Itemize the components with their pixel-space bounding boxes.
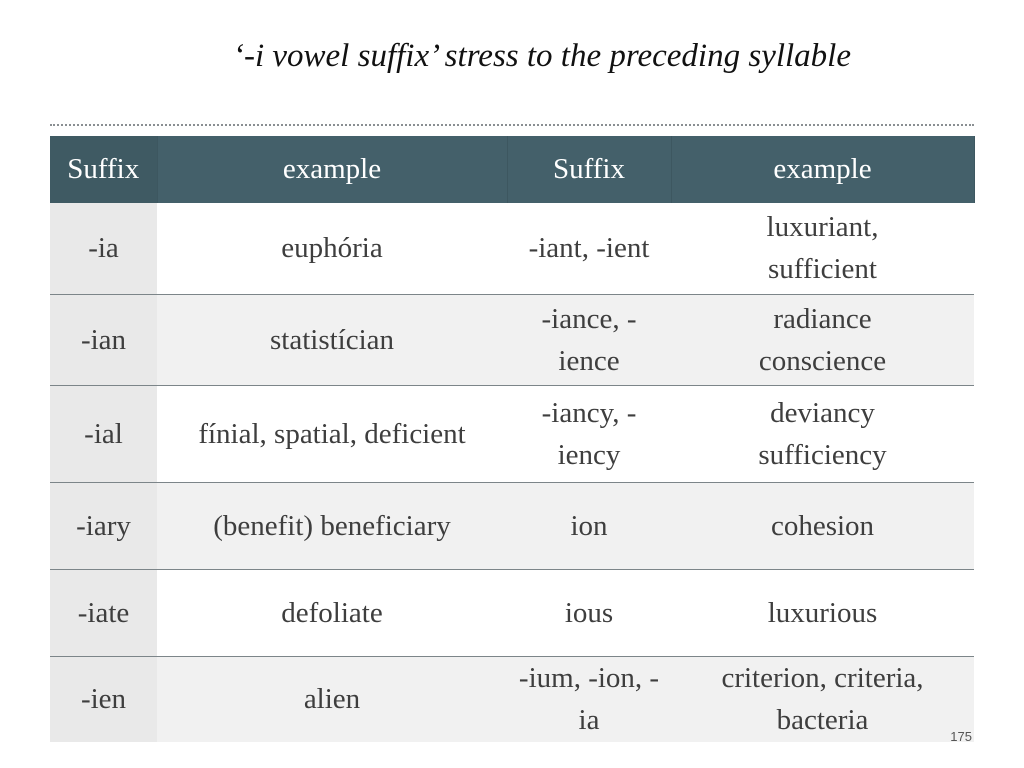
suffix-cell: ious xyxy=(507,569,671,657)
header-suffix-2: Suffix xyxy=(507,136,672,203)
suffix-cell: -ium, -ion, -ia xyxy=(507,656,671,742)
slide-title: ‘-i vowel suffix’ stress to the precedin… xyxy=(232,38,851,74)
example-cell: criterion, criteria, bacteria xyxy=(671,656,974,742)
example-cell: luxurious xyxy=(671,569,974,657)
table-row: -ien alien -ium, -ion, -ia criterion, cr… xyxy=(50,656,974,742)
suffix-cell: -ian xyxy=(50,294,157,386)
table-row: -iary (benefit) beneficiary ion cohesion xyxy=(50,482,974,570)
page-number: 175 xyxy=(950,729,972,744)
suffix-cell: -ia xyxy=(50,203,157,295)
header-example-1: example xyxy=(157,136,508,203)
suffix-cell: -iary xyxy=(50,482,157,570)
example-cell: statistícian xyxy=(157,294,507,386)
example-cell: defoliate xyxy=(157,569,507,657)
suffix-cell: -ien xyxy=(50,656,157,742)
example-cell: (benefit) beneficiary xyxy=(157,482,507,570)
header-example-2: example xyxy=(671,136,975,203)
suffix-cell: -ial xyxy=(50,385,157,483)
table-row: -ian statistícian -iance, -ience radianc… xyxy=(50,294,974,386)
suffix-cell: -iant, -ient xyxy=(507,203,671,295)
table-row: -ia euphória -iant, -ient luxuriant, suf… xyxy=(50,203,974,295)
example-cell: euphória xyxy=(157,203,507,295)
example-cell: cohesion xyxy=(671,482,974,570)
suffix-cell: -iance, -ience xyxy=(507,294,671,386)
suffix-table: Suffix example Suffix example -ia euphór… xyxy=(50,136,975,742)
suffix-cell: -iancy, -iency xyxy=(507,385,671,483)
table-header-row: Suffix example Suffix example xyxy=(50,136,975,203)
example-cell: fínial, spatial, deficient xyxy=(157,385,507,483)
header-suffix-1: Suffix xyxy=(50,136,158,203)
example-cell: alien xyxy=(157,656,507,742)
table-row: -ial fínial, spatial, deficient -iancy, … xyxy=(50,385,974,483)
suffix-cell: ion xyxy=(507,482,671,570)
suffix-cell: -iate xyxy=(50,569,157,657)
example-cell: deviancy sufficiency xyxy=(671,385,974,483)
example-cell: luxuriant, sufficient xyxy=(671,203,974,295)
table-row: -iate defoliate ious luxurious xyxy=(50,569,974,657)
example-cell: radiance conscience xyxy=(671,294,974,386)
dotted-divider xyxy=(50,124,974,126)
